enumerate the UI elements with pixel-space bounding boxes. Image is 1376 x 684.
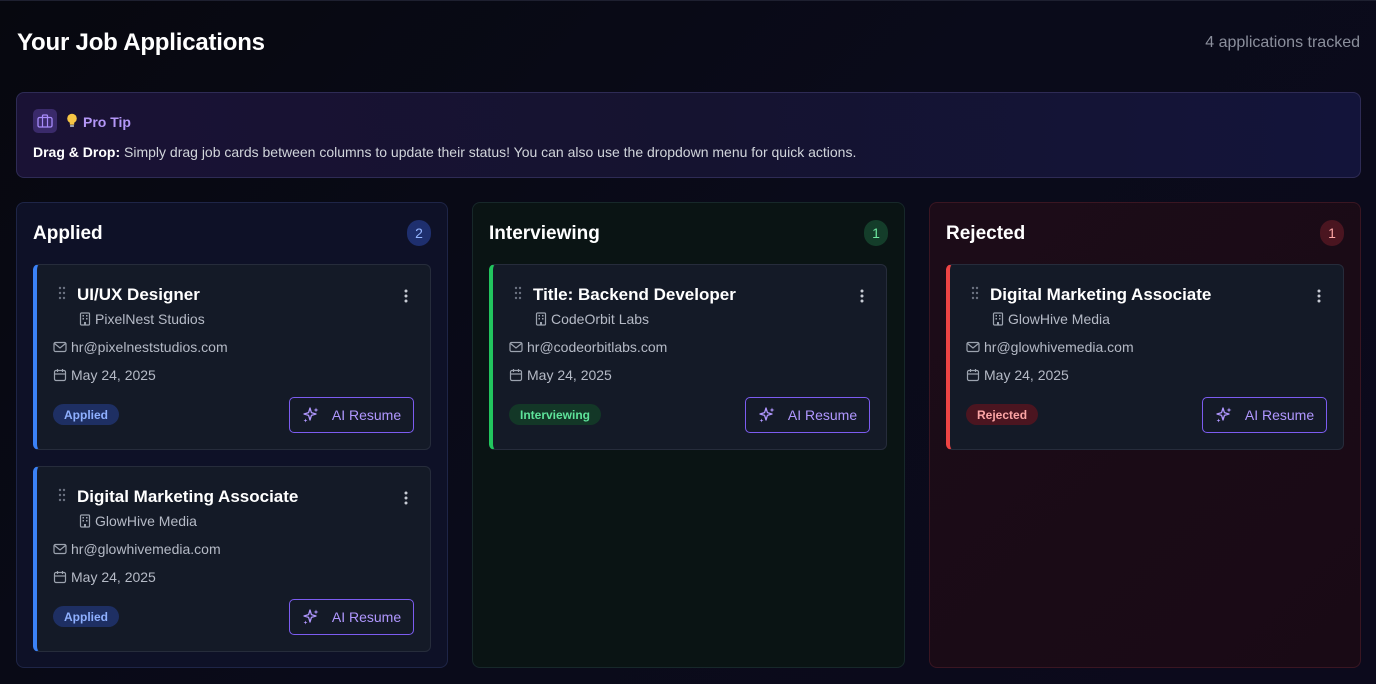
job-title: Digital Marketing Associate (990, 285, 1212, 304)
company-name: GlowHive Media (1008, 311, 1110, 327)
column-applied[interactable]: Applied 2 UI/UX Designer PixelNest Studi… (16, 202, 448, 668)
building-icon (535, 312, 547, 326)
drag-handle-icon[interactable] (970, 286, 980, 300)
more-options-icon[interactable] (404, 491, 408, 505)
column-rejected[interactable]: Rejected 1 Digital Marketing Associate G… (929, 202, 1361, 668)
lightbulb-icon (66, 113, 78, 128)
ai-resume-label: AI Resume (331, 407, 402, 423)
application-date: May 24, 2025 (71, 367, 156, 383)
company-name: PixelNest Studios (95, 311, 205, 327)
contact-email: hr@pixelneststudios.com (71, 339, 228, 355)
pro-tip-text: Drag & Drop: Simply drag job cards betwe… (33, 144, 856, 160)
page-header: Your Job Applications 4 applications tra… (17, 29, 1360, 59)
pro-tip-label: Pro Tip (83, 114, 131, 130)
drag-handle-icon[interactable] (57, 488, 67, 502)
applications-count: 4 applications tracked (1205, 34, 1360, 51)
page-title: Your Job Applications (17, 29, 265, 56)
job-card[interactable]: Title: Backend Developer CodeOrbit Labs … (489, 264, 887, 450)
application-date: May 24, 2025 (527, 367, 612, 383)
column-count-badge: 1 (864, 220, 888, 246)
status-badge: Rejected (966, 404, 1039, 425)
ai-resume-label: AI Resume (1244, 407, 1315, 423)
status-badge: Interviewing (509, 404, 602, 425)
calendar-icon (53, 570, 67, 584)
column-count-badge: 1 (1320, 220, 1344, 246)
job-title: Title: Backend Developer (533, 285, 736, 304)
drag-handle-icon[interactable] (57, 286, 67, 300)
building-icon (79, 312, 91, 326)
ai-resume-button[interactable]: AI Resume (745, 397, 870, 433)
mail-icon (509, 341, 523, 353)
more-options-icon[interactable] (404, 289, 408, 303)
sparkle-icon (302, 608, 320, 626)
ai-resume-button[interactable]: AI Resume (289, 397, 414, 433)
company-name: GlowHive Media (95, 513, 197, 529)
briefcase-icon (33, 109, 57, 133)
mail-icon (53, 543, 67, 555)
job-card[interactable]: Digital Marketing Associate GlowHive Med… (33, 466, 431, 652)
status-badge: Applied (53, 404, 119, 425)
calendar-icon (509, 368, 523, 382)
more-options-icon[interactable] (860, 289, 864, 303)
column-count-badge: 2 (407, 220, 431, 246)
job-card[interactable]: UI/UX Designer PixelNest Studios hr@pixe… (33, 264, 431, 450)
ai-resume-label: AI Resume (787, 407, 858, 423)
sparkle-icon (302, 406, 320, 424)
building-icon (992, 312, 1004, 326)
building-icon (79, 514, 91, 528)
ai-resume-label: AI Resume (331, 609, 402, 625)
drag-handle-icon[interactable] (513, 286, 523, 300)
application-date: May 24, 2025 (984, 367, 1069, 383)
application-date: May 24, 2025 (71, 569, 156, 585)
job-title: UI/UX Designer (77, 285, 200, 304)
ai-resume-button[interactable]: AI Resume (289, 599, 414, 635)
contact-email: hr@codeorbitlabs.com (527, 339, 668, 355)
pro-tip-body: Simply drag job cards between columns to… (120, 144, 857, 160)
pro-tip-banner: Pro Tip Drag & Drop: Simply drag job car… (16, 92, 1361, 178)
pro-tip-bold: Drag & Drop: (33, 144, 121, 160)
job-title: Digital Marketing Associate (77, 487, 299, 506)
column-interviewing[interactable]: Interviewing 1 Title: Backend Developer … (472, 202, 905, 668)
sparkle-icon (758, 406, 776, 424)
column-title: Applied (33, 223, 103, 244)
calendar-icon (53, 368, 67, 382)
contact-email: hr@glowhivemedia.com (71, 541, 221, 557)
sparkle-icon (1215, 406, 1233, 424)
ai-resume-button[interactable]: AI Resume (1202, 397, 1327, 433)
mail-icon (966, 341, 980, 353)
status-badge: Applied (53, 606, 119, 627)
mail-icon (53, 341, 67, 353)
contact-email: hr@glowhivemedia.com (984, 339, 1134, 355)
company-name: CodeOrbit Labs (551, 311, 650, 327)
column-title: Rejected (946, 223, 1026, 244)
more-options-icon[interactable] (1317, 289, 1321, 303)
job-card[interactable]: Digital Marketing Associate GlowHive Med… (946, 264, 1344, 450)
column-title: Interviewing (489, 223, 600, 244)
calendar-icon (966, 368, 980, 382)
